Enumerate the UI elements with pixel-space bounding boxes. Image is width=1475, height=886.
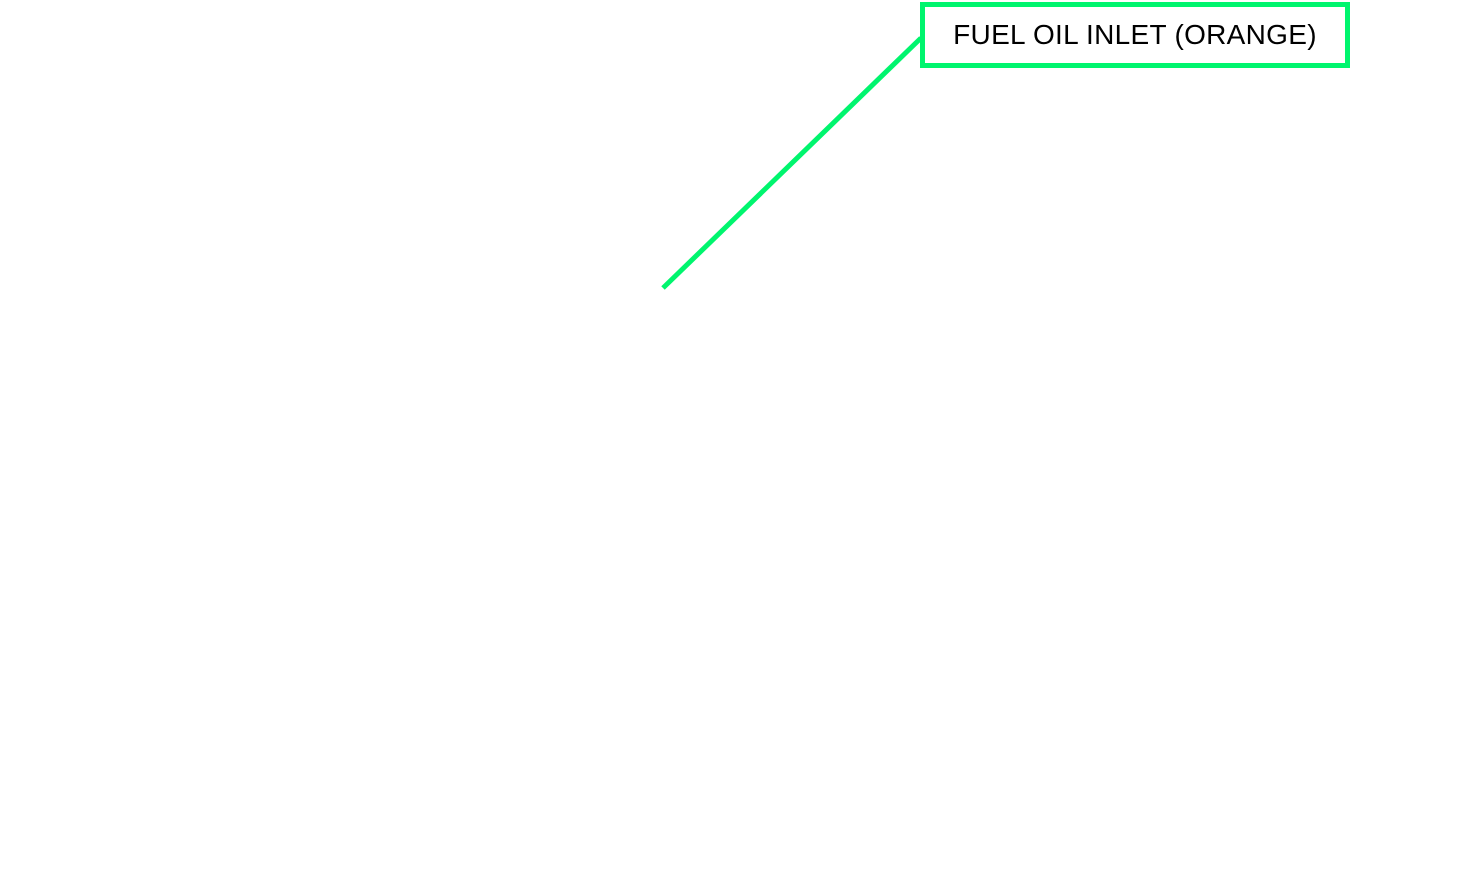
- callout-box: FUEL OIL INLET (ORANGE): [920, 2, 1350, 68]
- annotation-canvas: FUEL OIL INLET (ORANGE): [0, 0, 1475, 886]
- callout-label: FUEL OIL INLET (ORANGE): [953, 19, 1317, 50]
- annotation-layer: [661, 36, 923, 290]
- leader-line: [661, 36, 923, 290]
